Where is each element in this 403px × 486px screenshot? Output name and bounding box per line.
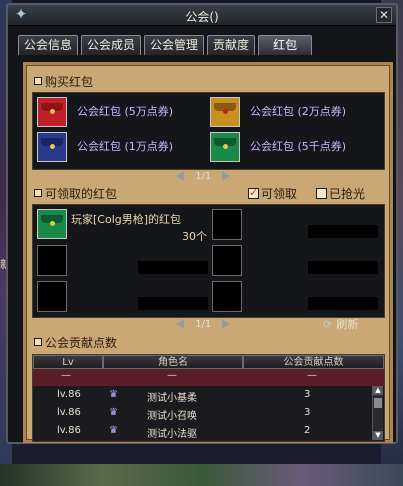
buy-item[interactable]: 公会红包 (1万点券) [37, 130, 207, 164]
dash-cell: — [307, 370, 317, 381]
row-name: 测试小召唤 [147, 411, 197, 422]
green-envelope-icon [37, 209, 67, 239]
filter-taken-label: 已抢光 [329, 187, 366, 201]
row-level: lv.86 [57, 425, 81, 436]
empty-claim-slot[interactable] [212, 209, 242, 240]
empty-claim-slot[interactable] [212, 245, 242, 276]
scroll-down-icon[interactable]: ▼ [373, 431, 383, 440]
close-button[interactable]: ✕ [376, 7, 392, 23]
buy-item-label: 公会红包 (5万点券) [77, 105, 174, 118]
tab-red-envelope[interactable]: 红包 [258, 35, 313, 55]
tab-guild-info[interactable]: 公会信息 [18, 35, 79, 55]
row-name: 测试小基柔 [147, 393, 197, 404]
row-points: 2 [304, 425, 311, 436]
section-bullet-icon [34, 189, 42, 197]
empty-claim-bar [138, 297, 208, 310]
column-header-points[interactable]: 公会贡献点数 [243, 355, 384, 369]
empty-claim-bar [308, 261, 378, 274]
scroll-thumb[interactable] [374, 398, 382, 408]
title-bar[interactable]: ✦ 公会() ✕ [8, 5, 396, 26]
game-background-bottom [0, 464, 403, 486]
empty-claim-bar [308, 225, 378, 238]
contribution-table: Lv 角色名 公会贡献点数 — — — lv.86 ♛ 测试小基柔 3 lv.8… [32, 354, 385, 442]
empty-claim-bar [138, 261, 208, 274]
buy-section-header: 购买红包 [34, 75, 93, 89]
next-page-icon[interactable] [222, 171, 231, 181]
claimable-envelope-grid: 玩家[Colg男枪]的红包 30个 [32, 204, 385, 318]
table-row[interactable]: lv.86 ♛ 测试小召唤 3 [33, 405, 368, 422]
tab-contribution[interactable]: 贡献度 [207, 35, 256, 55]
blue-envelope-icon [37, 132, 67, 162]
section-bullet-icon [34, 77, 42, 85]
buy-page-number: 1/1 [195, 171, 212, 182]
prev-page-icon[interactable] [176, 171, 184, 181]
green-envelope-icon [210, 132, 240, 162]
buy-item-label: 公会红包 (1万点券) [77, 140, 174, 153]
buy-section-title: 购买红包 [45, 75, 94, 89]
filter-claimable-checkbox[interactable]: 可领取 [248, 186, 298, 201]
window-title: 公会() [185, 10, 219, 24]
filter-claimable-label: 可领取 [261, 187, 298, 201]
row-name: 测试小法驱 [147, 429, 197, 440]
row-level: lv.86 [57, 407, 81, 418]
red-envelope-icon [37, 97, 67, 127]
crown-icon: ♛ [109, 425, 118, 436]
checkbox-checked-icon [248, 186, 259, 200]
buy-item[interactable]: 公会红包 (5万点券) [37, 95, 207, 129]
claim-page-number: 1/1 [195, 319, 212, 330]
scroll-up-icon[interactable]: ▲ [373, 386, 383, 395]
table-row[interactable]: lv.86 ♛ 测试小法驱 2 [33, 423, 368, 440]
row-points: 3 [304, 407, 311, 418]
gold-envelope-icon [210, 97, 240, 127]
checkbox-unchecked-icon [316, 188, 327, 199]
crown-icon: ♛ [109, 389, 118, 400]
red-envelope-panel: 购买红包 公会红包 (5万点券) 公会红包 (2万点券) 公会红包 (1万点券) [23, 62, 393, 443]
claim-envelope-label: 玩家[Colg男枪]的红包 [71, 213, 182, 226]
tab-guild-management[interactable]: 公会管理 [144, 35, 205, 55]
contrib-section-header: 公会贡献点数 [34, 336, 117, 350]
column-header-name[interactable]: 角色名 [103, 355, 243, 369]
crown-icon: ♛ [109, 407, 118, 418]
buy-item[interactable]: 公会红包 (5千点券) [210, 130, 380, 164]
dash-cell: — [167, 370, 177, 381]
table-row-selected[interactable]: — — — [33, 369, 384, 386]
claim-envelope-count: 30个 [182, 230, 207, 243]
refresh-label: 刷新 [336, 318, 359, 331]
buy-item-label: 公会红包 (5千点券) [250, 140, 347, 153]
guild-window: ✦ 公会() ✕ 公会信息 公会成员 公会管理 贡献度 红包 购买红包 公会红包… [6, 3, 398, 444]
buy-item-label: 公会红包 (2万点券) [250, 105, 347, 118]
claim-pager: 1/1 [176, 319, 231, 330]
tab-bar: 公会信息 公会成员 公会管理 贡献度 红包 [18, 35, 313, 55]
empty-claim-slot[interactable] [37, 281, 67, 312]
claim-section-header: 可领取的红包 [34, 187, 117, 201]
section-bullet-icon [34, 338, 42, 346]
prev-page-icon[interactable] [176, 319, 184, 329]
filter-taken-checkbox[interactable]: 已抢光 [316, 187, 365, 201]
claim-section-title: 可领取的红包 [45, 187, 118, 201]
row-level: lv.86 [57, 389, 81, 400]
table-row[interactable]: lv.86 ♛ 测试小基柔 3 [33, 387, 368, 404]
contrib-section-title: 公会贡献点数 [45, 336, 118, 350]
refresh-icon: ⟳ [323, 318, 333, 331]
refresh-button[interactable]: ⟳ 刷新 [323, 316, 358, 332]
empty-claim-slot[interactable] [37, 245, 67, 276]
dash-cell: — [61, 370, 71, 381]
buy-item[interactable]: 公会红包 (2万点券) [210, 95, 380, 129]
table-scrollbar[interactable]: ▲ ▼ [372, 386, 383, 440]
column-header-lv[interactable]: Lv [33, 355, 103, 369]
next-page-icon[interactable] [222, 319, 231, 329]
buy-pager: 1/1 [176, 171, 231, 182]
tab-guild-members[interactable]: 公会成员 [81, 35, 142, 55]
buy-envelope-list: 公会红包 (5万点券) 公会红包 (2万点券) 公会红包 (1万点券) 公会红包… [32, 92, 385, 170]
row-points: 3 [304, 389, 311, 400]
empty-claim-bar [308, 297, 378, 310]
empty-claim-slot[interactable] [212, 281, 242, 312]
